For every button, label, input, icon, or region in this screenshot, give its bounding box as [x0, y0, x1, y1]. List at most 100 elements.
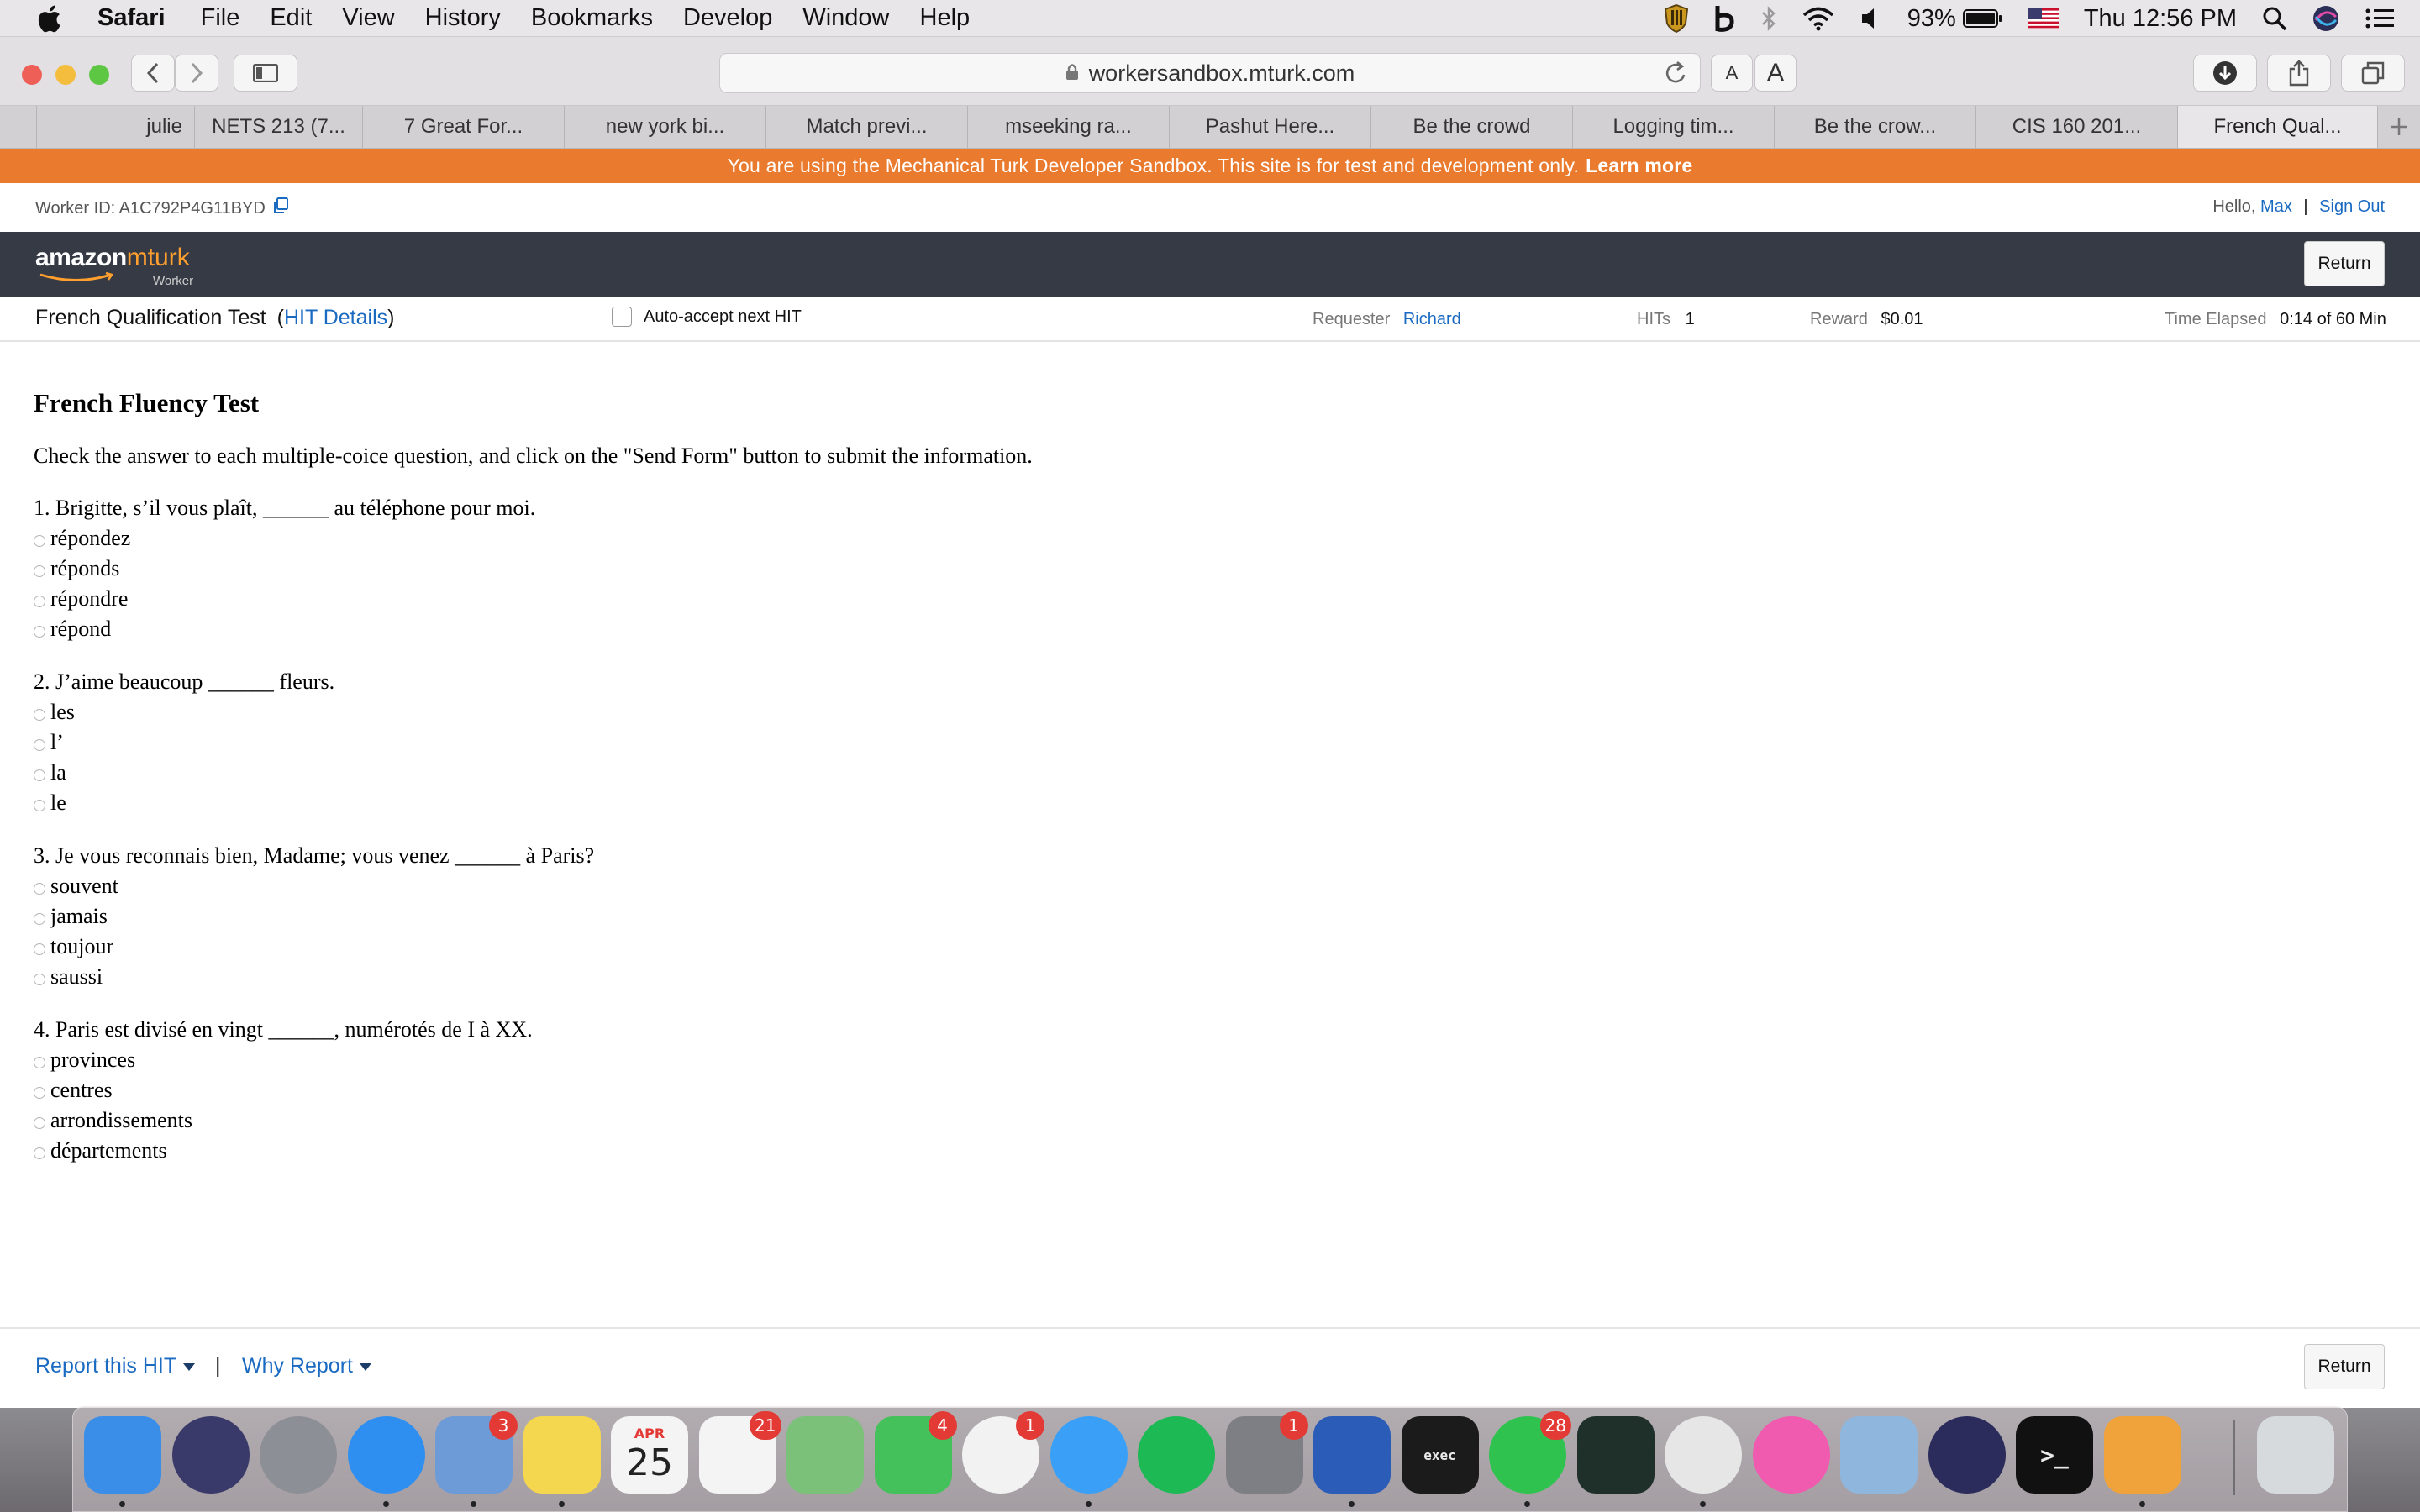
- eclipse-icon[interactable]: [1928, 1416, 2006, 1494]
- answer-option[interactable]: réponds: [34, 554, 2353, 584]
- new-tab-button[interactable]: [2378, 106, 2420, 148]
- reminders-icon[interactable]: 21: [698, 1411, 781, 1494]
- answer-option[interactable]: le: [34, 788, 2353, 818]
- radio-button[interactable]: [34, 1057, 45, 1068]
- radio-button[interactable]: [34, 913, 45, 925]
- word-icon[interactable]: [1313, 1416, 1391, 1507]
- why-report-dropdown[interactable]: Why Report: [242, 1354, 371, 1378]
- answer-option[interactable]: provinces: [34, 1045, 2353, 1075]
- sign-out-link[interactable]: Sign Out: [2319, 197, 2385, 216]
- tab-pashut-here[interactable]: Pashut Here...: [1170, 106, 1371, 148]
- answer-option[interactable]: saussi: [34, 962, 2353, 992]
- answer-option[interactable]: répond: [34, 614, 2353, 644]
- menu-develop[interactable]: Develop: [683, 4, 772, 32]
- radio-button[interactable]: [34, 800, 45, 811]
- menu-bookmarks[interactable]: Bookmarks: [531, 4, 653, 32]
- answer-option[interactable]: arrondissements: [34, 1105, 2353, 1136]
- zoom-window-button[interactable]: [89, 65, 109, 85]
- bluetooth-icon[interactable]: [1761, 5, 1776, 32]
- share-button[interactable]: [2267, 55, 2331, 92]
- whatsapp-icon[interactable]: 28: [1489, 1411, 1571, 1507]
- learn-more-link[interactable]: Learn more: [1586, 155, 1692, 177]
- requester-link[interactable]: Richard: [1403, 310, 1461, 328]
- tab-be-the-crow[interactable]: Be the crow...: [1775, 106, 1976, 148]
- answer-option[interactable]: départements: [34, 1136, 2353, 1166]
- menu-clock[interactable]: Thu 12:56 PM: [2084, 5, 2237, 33]
- menu-edit[interactable]: Edit: [270, 4, 312, 32]
- radio-button[interactable]: [34, 1087, 45, 1099]
- hit-details-link[interactable]: HIT Details: [284, 306, 387, 329]
- terminal-exec-icon[interactable]: exec: [1401, 1416, 1479, 1494]
- answer-option[interactable]: jamais: [34, 901, 2353, 932]
- answer-option[interactable]: l’: [34, 727, 2353, 758]
- radio-button[interactable]: [34, 565, 45, 577]
- answer-option[interactable]: centres: [34, 1075, 2353, 1105]
- answer-option[interactable]: les: [34, 697, 2353, 727]
- menu-help[interactable]: Help: [920, 4, 971, 32]
- return-button-top[interactable]: Return: [2304, 241, 2385, 286]
- messages-icon[interactable]: [1050, 1416, 1128, 1507]
- answer-option[interactable]: répondre: [34, 584, 2353, 614]
- radio-button[interactable]: [34, 943, 45, 955]
- tab-french-qual[interactable]: French Qual...: [2178, 106, 2378, 148]
- pages-icon[interactable]: [2103, 1416, 2181, 1507]
- sidebar-toggle-button[interactable]: [234, 55, 297, 92]
- calendar-icon[interactable]: APR 25: [611, 1416, 688, 1494]
- radio-button[interactable]: [34, 626, 45, 638]
- user-name-link[interactable]: Max: [2260, 197, 2292, 216]
- safari-icon[interactable]: [347, 1416, 425, 1507]
- answer-option[interactable]: la: [34, 758, 2353, 788]
- siri-icon[interactable]: [171, 1416, 250, 1494]
- close-window-button[interactable]: [22, 65, 42, 85]
- radio-button[interactable]: [34, 535, 45, 547]
- radio-button[interactable]: [34, 769, 45, 781]
- back-button[interactable]: [131, 55, 175, 92]
- tab-match-previ[interactable]: Match previ...: [766, 106, 968, 148]
- menu-history[interactable]: History: [425, 4, 501, 32]
- radio-button[interactable]: [34, 1147, 45, 1159]
- b-extension-icon[interactable]: [1714, 4, 1736, 33]
- auto-accept-checkbox[interactable]: [612, 307, 632, 327]
- us-flag-input-icon[interactable]: [2028, 8, 2059, 29]
- itunes-icon[interactable]: [1752, 1416, 1830, 1494]
- answer-option[interactable]: souvent: [34, 871, 2353, 901]
- downloads-button[interactable]: [2193, 55, 2257, 92]
- menu-file[interactable]: File: [201, 4, 240, 32]
- spotlight-search-icon[interactable]: [2262, 6, 2287, 31]
- battery-icon[interactable]: [1962, 8, 2003, 29]
- answer-option[interactable]: toujour: [34, 932, 2353, 962]
- tab-pinned[interactable]: [0, 106, 37, 148]
- tab-julie[interactable]: julie: [37, 106, 195, 148]
- address-bar[interactable]: workersandbox.mturk.com: [719, 53, 1701, 93]
- tab-7-great-for[interactable]: 7 Great For...: [363, 106, 565, 148]
- terminal-icon[interactable]: >_: [2016, 1416, 2093, 1494]
- wifi-icon[interactable]: [1802, 6, 1835, 31]
- finder-icon[interactable]: [84, 1416, 161, 1507]
- tab-new-york-bi[interactable]: new york bi...: [565, 106, 766, 148]
- tab-overview-button[interactable]: [2341, 55, 2405, 92]
- maps-icon[interactable]: [786, 1416, 864, 1494]
- increase-font-button[interactable]: A: [1754, 55, 1797, 92]
- activity-monitor-icon[interactable]: [1576, 1416, 1655, 1494]
- apple-menu-icon[interactable]: [32, 2, 66, 35]
- tab-be-the-crowd[interactable]: Be the crowd: [1371, 106, 1573, 148]
- forward-button[interactable]: [175, 55, 218, 92]
- report-hit-dropdown[interactable]: Report this HIT: [35, 1354, 196, 1378]
- launchpad-icon[interactable]: [260, 1416, 337, 1494]
- facetime-icon[interactable]: 4: [874, 1411, 957, 1494]
- tab-mseeking-ra[interactable]: mseeking ra...: [968, 106, 1170, 148]
- tab-nets-213[interactable]: NETS 213 (7...: [195, 106, 363, 148]
- reload-icon[interactable]: [1665, 60, 1688, 92]
- menu-view[interactable]: View: [342, 4, 394, 32]
- trash-icon[interactable]: [2257, 1416, 2334, 1494]
- return-button-bottom[interactable]: Return: [2304, 1344, 2385, 1389]
- photos-icon[interactable]: 1: [962, 1411, 1044, 1494]
- shield-extension-icon[interactable]: [1664, 3, 1689, 34]
- auto-accept-control[interactable]: Auto-accept next HIT: [612, 307, 802, 327]
- mturk-logo[interactable]: amazonmturk Worker: [35, 244, 193, 288]
- system-preferences-icon[interactable]: 1: [1225, 1411, 1308, 1494]
- tab-cis-160[interactable]: CIS 160 201...: [1976, 106, 2178, 148]
- menu-window[interactable]: Window: [802, 4, 889, 32]
- chrome-icon[interactable]: [1665, 1416, 1742, 1507]
- siri-menu-icon[interactable]: [2312, 5, 2339, 32]
